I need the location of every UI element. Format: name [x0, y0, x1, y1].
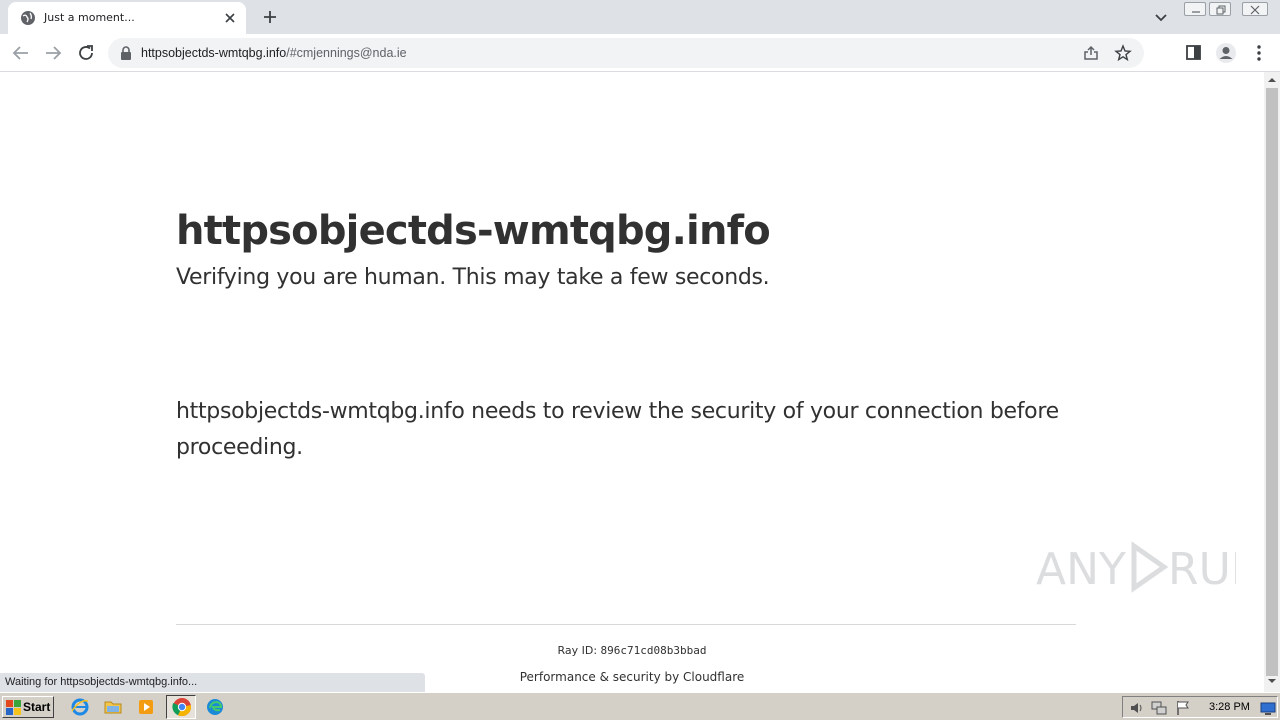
media-player-icon[interactable]: [136, 697, 156, 717]
ray-id-line: Ray ID: 896c71cd08b3bbad: [0, 643, 1264, 657]
minimize-button[interactable]: [1184, 2, 1206, 16]
page-content: httpsobjectds-wmtqbg.info Verifying you …: [0, 72, 1264, 692]
ray-id-value: 896c71cd08b3bbad: [600, 644, 707, 657]
scroll-up-icon[interactable]: [1268, 77, 1276, 83]
svg-text:ANY: ANY: [1036, 544, 1126, 595]
taskbar-clock[interactable]: 3:28 PM: [1209, 701, 1250, 713]
url-path: /#cmjennings@nda.ie: [286, 46, 407, 60]
footer-divider: [176, 624, 1076, 625]
chrome-icon: [172, 698, 192, 717]
restore-icon: [1216, 5, 1226, 15]
reload-icon[interactable]: [75, 42, 97, 64]
page-scrollbar[interactable]: [1264, 72, 1280, 692]
restore-button[interactable]: [1209, 2, 1231, 16]
start-button[interactable]: Start: [2, 696, 54, 718]
volume-icon[interactable]: [1129, 700, 1145, 716]
close-icon: [1250, 5, 1260, 15]
ie-icon[interactable]: [70, 697, 90, 717]
close-icon[interactable]: [222, 10, 238, 26]
chevron-down-icon[interactable]: [1152, 8, 1170, 26]
system-tray: 3:28 PM: [1122, 696, 1278, 718]
profile-icon[interactable]: [1215, 42, 1237, 64]
windows-logo-icon: [6, 700, 21, 715]
star-icon[interactable]: [1114, 44, 1132, 62]
globe-icon: [21, 11, 35, 25]
window-close-button[interactable]: [1242, 2, 1268, 16]
edge-icon[interactable]: [205, 697, 225, 717]
url-text[interactable]: httpsobjectds-wmtqbg.info/#cmjennings@nd…: [141, 46, 407, 60]
taskbar-active-chrome[interactable]: [166, 695, 196, 719]
taskbar: Start 3:28 PM: [0, 692, 1280, 720]
plus-icon[interactable]: [259, 7, 281, 27]
menu-dots-icon[interactable]: [1248, 42, 1270, 64]
network-icon[interactable]: [1151, 700, 1167, 716]
ray-id-label: Ray ID:: [557, 644, 601, 657]
address-bar[interactable]: httpsobjectds-wmtqbg.info/#cmjennings@nd…: [108, 38, 1144, 68]
arrow-left-icon[interactable]: [10, 42, 32, 64]
side-panel-icon[interactable]: [1183, 42, 1205, 64]
anyrun-watermark: ANY RUN: [1036, 541, 1236, 595]
tab-strip: Just a moment...: [0, 0, 1280, 34]
url-host: httpsobjectds-wmtqbg.info: [141, 46, 287, 60]
browser-toolbar: httpsobjectds-wmtqbg.info/#cmjennings@nd…: [0, 34, 1280, 72]
tab-title: Just a moment...: [44, 11, 135, 24]
svg-text:RUN: RUN: [1168, 544, 1236, 595]
scrollbar-thumb[interactable]: [1266, 88, 1278, 676]
page-title: httpsobjectds-wmtqbg.info: [176, 208, 771, 254]
arrow-right-icon[interactable]: [42, 42, 64, 64]
browser-tab[interactable]: Just a moment...: [8, 2, 246, 34]
flag-icon[interactable]: [1175, 700, 1191, 716]
minimize-icon: [1192, 11, 1200, 13]
lock-icon[interactable]: [120, 46, 132, 60]
verify-message: Verifying you are human. This may take a…: [176, 265, 770, 290]
folder-icon[interactable]: [103, 697, 123, 717]
start-label: Start: [23, 700, 51, 714]
security-review-message: httpsobjectds-wmtqbg.info needs to revie…: [176, 399, 1059, 460]
scroll-down-icon[interactable]: [1268, 678, 1276, 684]
share-icon[interactable]: [1082, 44, 1100, 62]
status-bubble: Waiting for httpsobjectds-wmtqbg.info...: [0, 673, 425, 692]
desktop-icon[interactable]: [1260, 700, 1276, 716]
